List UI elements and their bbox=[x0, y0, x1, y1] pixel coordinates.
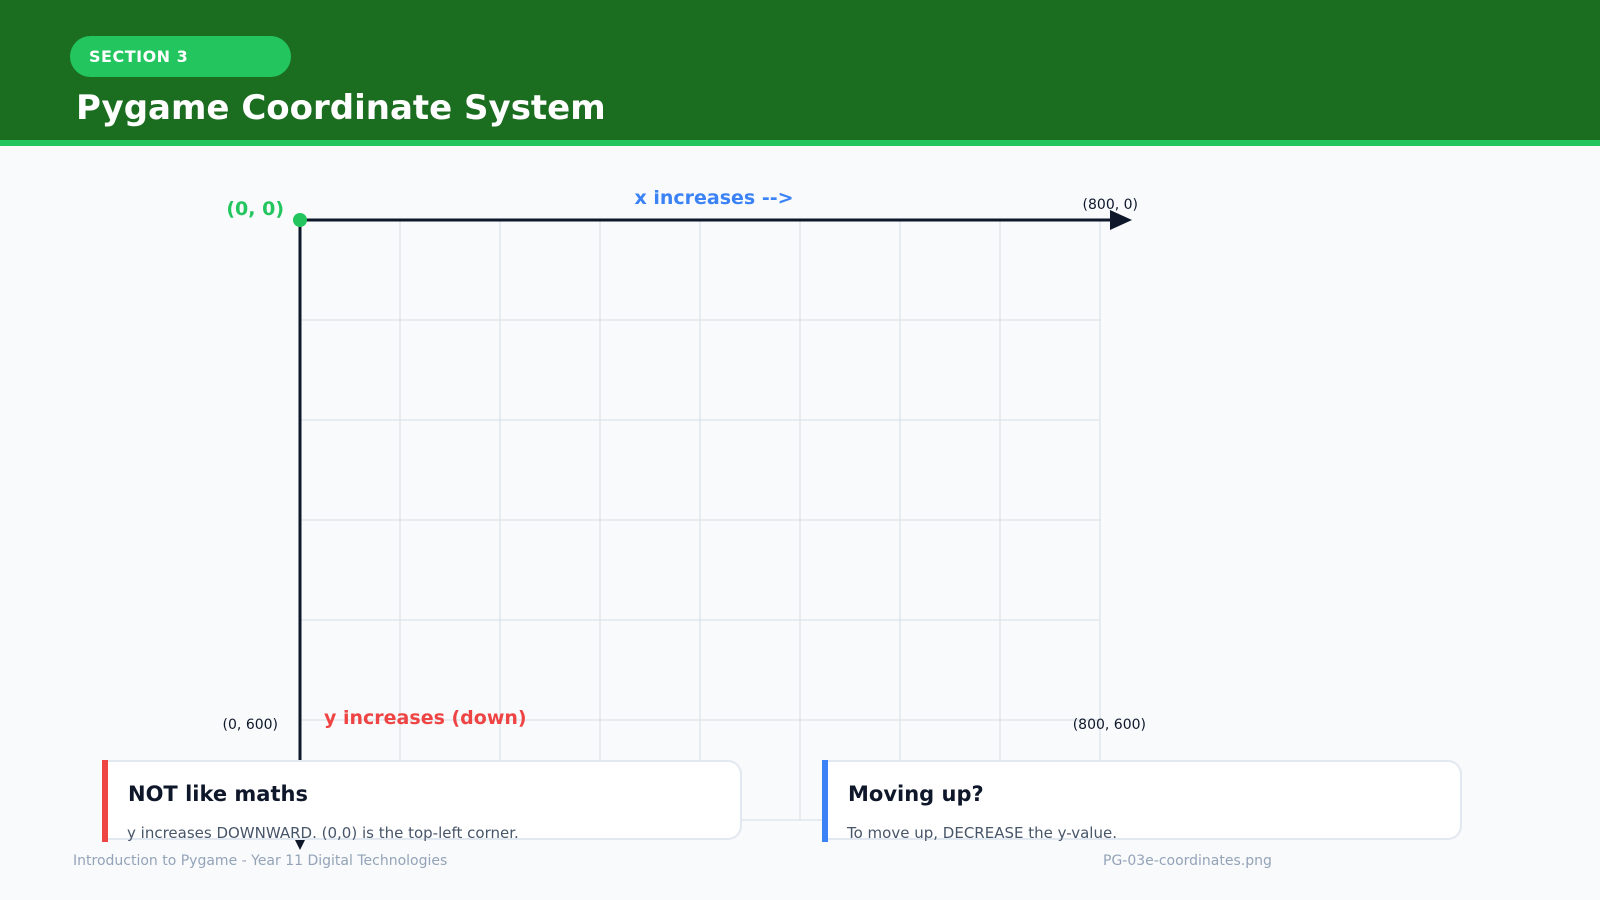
footer-filename: PG-03e-coordinates.png bbox=[1103, 853, 1272, 869]
card-accent-bar bbox=[822, 760, 828, 842]
card-accent-bar bbox=[102, 760, 108, 842]
corner-label-top-right: (800, 0) bbox=[1083, 197, 1138, 213]
grid bbox=[300, 220, 1101, 821]
card-text: y increases DOWNWARD. (0,0) is the top-l… bbox=[127, 824, 519, 842]
origin-point bbox=[293, 213, 307, 227]
note-card-not-like-maths: NOT like maths y increases DOWNWARD. (0,… bbox=[102, 760, 742, 842]
footer-course-label: Introduction to Pygame - Year 11 Digital… bbox=[73, 853, 448, 869]
note-card-moving-up: Moving up? To move up, DECREASE the y-va… bbox=[822, 760, 1462, 842]
card-title: NOT like maths bbox=[128, 782, 308, 806]
slide: SECTION 3 Pygame Coordinate System (0, 0… bbox=[0, 0, 1600, 900]
x-axis-arrowhead bbox=[1110, 210, 1132, 230]
corner-label-bottom-right: (800, 600) bbox=[1073, 717, 1146, 733]
origin-label: (0, 0) bbox=[226, 198, 284, 220]
card-text: To move up, DECREASE the y-value. bbox=[847, 824, 1117, 842]
y-axis-label: y increases (down) bbox=[324, 707, 527, 729]
corner-label-bottom-left: (0, 600) bbox=[223, 717, 278, 733]
x-axis-label: x increases --> bbox=[634, 187, 793, 209]
card-title: Moving up? bbox=[848, 782, 984, 806]
